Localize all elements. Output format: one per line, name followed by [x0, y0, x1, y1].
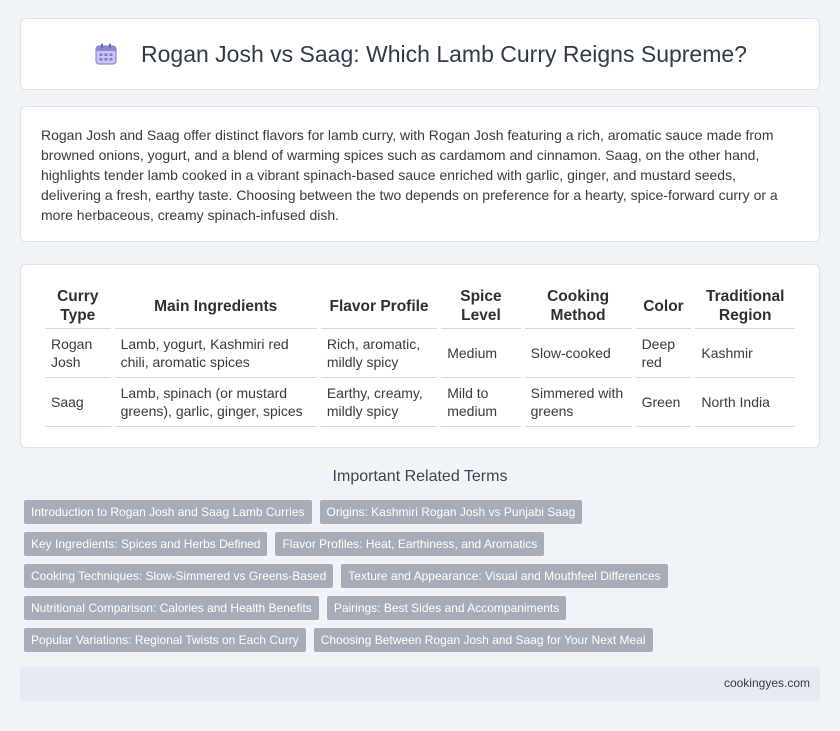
intro-card: Rogan Josh and Saag offer distinct flavo…	[20, 106, 820, 242]
table-cell: Lamb, spinach (or mustard greens), garli…	[114, 378, 317, 427]
page-title: Rogan Josh vs Saag: Which Lamb Curry Rei…	[93, 41, 747, 68]
column-header: Flavor Profile	[320, 283, 438, 329]
table-cell: Deep red	[635, 329, 692, 378]
page-title-text: Rogan Josh vs Saag: Which Lamb Curry Rei…	[141, 40, 747, 67]
table-cell: Rich, aromatic, mildly spicy	[320, 329, 438, 378]
related-terms-title: Important Related Terms	[332, 468, 508, 485]
tag-row: Cooking Techniques: Slow-Simmered vs Gre…	[24, 564, 824, 588]
column-header: Main Ingredients	[114, 283, 317, 329]
table-row: Saag Lamb, spinach (or mustard greens), …	[45, 378, 795, 427]
column-header: Cooking Method	[524, 283, 632, 329]
table-cell: Earthy, creamy, mildly spicy	[320, 378, 438, 427]
related-term-tag[interactable]: Flavor Profiles: Heat, Earthiness, and A…	[275, 532, 545, 556]
site-name[interactable]: cookingyes.com	[724, 676, 810, 690]
table-cell: Slow-cooked	[524, 329, 632, 378]
related-term-tag[interactable]: Pairings: Best Sides and Accompaniments	[326, 596, 567, 620]
related-term-tag[interactable]: Introduction to Rogan Josh and Saag Lamb…	[24, 500, 312, 524]
table-cell: Saag	[45, 378, 111, 427]
footer: cookingyes.com	[20, 667, 820, 701]
column-header: Curry Type	[45, 283, 111, 329]
table-cell: Simmered with greens	[524, 378, 632, 427]
related-terms-list: Introduction to Rogan Josh and Saag Lamb…	[24, 500, 824, 660]
related-term-tag[interactable]: Popular Variations: Regional Twists on E…	[24, 628, 306, 652]
related-term-tag[interactable]: Texture and Appearance: Visual and Mouth…	[341, 564, 668, 588]
tag-row: Key Ingredients: Spices and Herbs Define…	[24, 532, 824, 556]
table-cell: Medium	[441, 329, 521, 378]
calendar-icon	[95, 43, 117, 65]
intro-paragraph: Rogan Josh and Saag offer distinct flavo…	[41, 127, 778, 223]
related-term-tag[interactable]: Cooking Techniques: Slow-Simmered vs Gre…	[24, 564, 334, 588]
table-cell: Lamb, yogurt, Kashmiri red chili, aromat…	[114, 329, 317, 378]
related-term-tag[interactable]: Nutritional Comparison: Calories and Hea…	[24, 596, 319, 620]
table-cell: North India	[695, 378, 795, 427]
table-cell: Green	[635, 378, 692, 427]
column-header: Traditional Region	[695, 283, 795, 329]
table-header-row: Curry Type Main Ingredients Flavor Profi…	[45, 283, 795, 329]
tag-row: Nutritional Comparison: Calories and Hea…	[24, 596, 824, 620]
related-term-tag[interactable]: Origins: Kashmiri Rogan Josh vs Punjabi …	[319, 500, 583, 524]
tag-row: Popular Variations: Regional Twists on E…	[24, 628, 824, 652]
column-header: Spice Level	[441, 283, 521, 329]
comparison-table: Curry Type Main Ingredients Flavor Profi…	[41, 283, 799, 427]
table-row: Rogan Josh Lamb, yogurt, Kashmiri red ch…	[45, 329, 795, 378]
comparison-table-card: Curry Type Main Ingredients Flavor Profi…	[20, 264, 820, 448]
related-term-tag[interactable]: Choosing Between Rogan Josh and Saag for…	[313, 628, 653, 652]
column-header: Color	[635, 283, 692, 329]
table-cell: Kashmir	[695, 329, 795, 378]
table-cell: Rogan Josh	[45, 329, 111, 378]
tag-row: Introduction to Rogan Josh and Saag Lamb…	[24, 500, 824, 524]
title-card: Rogan Josh vs Saag: Which Lamb Curry Rei…	[20, 18, 820, 90]
related-term-tag[interactable]: Key Ingredients: Spices and Herbs Define…	[24, 532, 268, 556]
table-cell: Mild to medium	[441, 378, 521, 427]
